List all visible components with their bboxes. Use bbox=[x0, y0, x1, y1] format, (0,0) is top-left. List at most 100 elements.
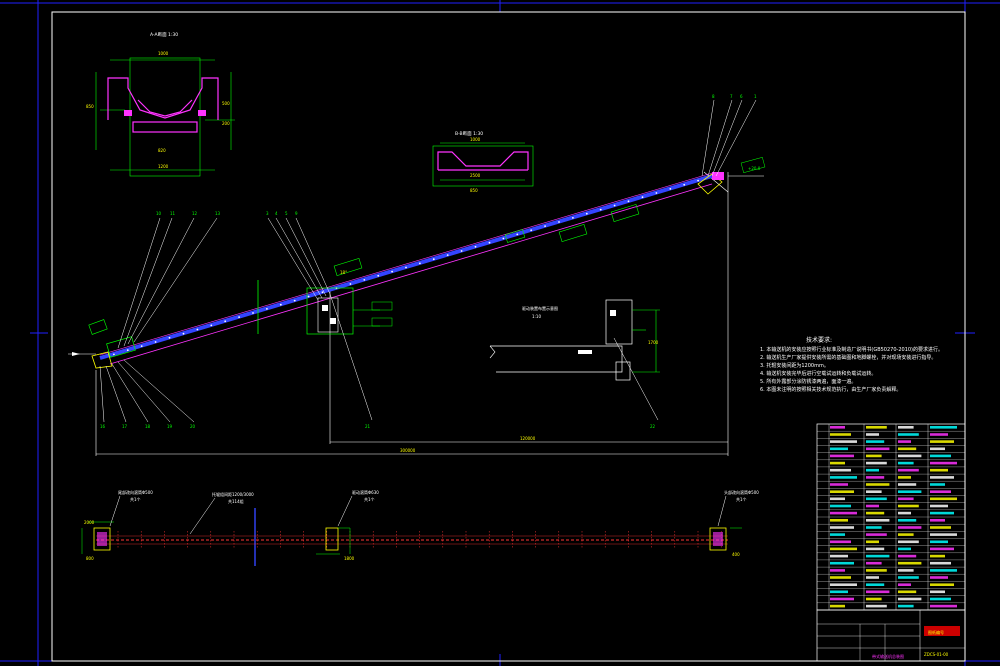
dim-overall: 300000 bbox=[400, 448, 416, 453]
idler-dot bbox=[599, 208, 602, 211]
bom-cell-text bbox=[898, 440, 911, 443]
bom-cell-text bbox=[866, 590, 890, 594]
idler-dot bbox=[572, 217, 574, 219]
bom-cell-text bbox=[866, 583, 885, 586]
bom-cell-text bbox=[866, 426, 887, 429]
idler-dot bbox=[530, 229, 533, 232]
bom-cell-text bbox=[866, 511, 885, 515]
callout-head: 头部改向滚筒Φ500 bbox=[724, 489, 759, 495]
bom-cell-text bbox=[866, 519, 890, 522]
idler-dot bbox=[544, 225, 546, 228]
bom-cell-text bbox=[866, 540, 879, 544]
idler-dot bbox=[669, 188, 672, 190]
bom-cell-text bbox=[830, 504, 851, 508]
bom-cell-text bbox=[898, 519, 917, 522]
bom-cell-text bbox=[898, 526, 922, 529]
bom-cell-text bbox=[898, 533, 914, 536]
bom-cell-text bbox=[830, 490, 854, 493]
plan-dim-1: 2000 bbox=[84, 520, 95, 525]
note-6: 6. 本图未注明的按照相关技术规范执行，由生产厂家负责解释。 bbox=[760, 386, 901, 393]
bom-cell-text bbox=[898, 540, 919, 544]
bom-cell-text bbox=[930, 569, 957, 572]
main-conveyor-elevation: +20.0 驱动装置布置示意图 1:10 1700 120000 300000 … bbox=[68, 157, 766, 566]
bom-cell-text bbox=[930, 597, 951, 601]
conveyor-return-belt bbox=[109, 183, 713, 365]
cad-drawing-canvas: A-A断面 1:30 1000 820 1200 850 500 200 B-B bbox=[0, 0, 1000, 666]
idler-dot bbox=[446, 254, 449, 256]
bom-cell-text bbox=[866, 604, 887, 608]
bom-cell-text bbox=[830, 547, 857, 551]
idler-dot bbox=[391, 270, 393, 273]
bom-cell-text bbox=[898, 569, 914, 572]
callout-tail-count: 共1个 bbox=[130, 496, 141, 502]
bom-cell-text bbox=[930, 483, 945, 486]
bom-cell-text bbox=[830, 511, 857, 515]
bom-cell-text bbox=[930, 526, 951, 529]
title-stamp: 图纸编号 bbox=[928, 629, 944, 635]
idler-dot bbox=[363, 279, 366, 281]
bom-cell-text bbox=[930, 519, 945, 522]
tail-bottom-17: 17 bbox=[122, 424, 128, 429]
bom-cell-text bbox=[866, 526, 882, 529]
bom-cell-text bbox=[930, 561, 951, 565]
idler-dot bbox=[641, 196, 644, 199]
bom-cell-text bbox=[930, 461, 957, 465]
bom-cell-text bbox=[866, 504, 879, 508]
bom-cell-text bbox=[898, 454, 922, 458]
tail-label-13: 13 bbox=[215, 211, 221, 216]
section-aa-title: A-A断面 1:30 bbox=[150, 31, 178, 38]
bom-cell-text bbox=[866, 561, 882, 565]
idler-dot bbox=[182, 332, 185, 335]
idler-dot bbox=[419, 262, 421, 265]
bb-dim-bottom: 850 bbox=[470, 188, 478, 193]
dim-incline: 18° bbox=[340, 270, 347, 275]
idler-dot bbox=[307, 295, 310, 298]
bom-cell-text bbox=[930, 468, 948, 472]
bom-cell-text bbox=[898, 433, 919, 436]
bom-cell-text bbox=[866, 447, 890, 451]
idler-dot bbox=[238, 316, 241, 318]
section-aa-view: A-A断面 1:30 1000 820 1200 850 500 200 bbox=[86, 31, 235, 177]
bom-cell-text bbox=[866, 597, 882, 601]
idler-dot bbox=[266, 308, 268, 310]
bom-cell-text bbox=[866, 533, 887, 536]
bom-cell-text bbox=[930, 547, 954, 551]
bom-cell-text bbox=[866, 569, 887, 572]
plan-dim-4: 400 bbox=[732, 552, 740, 557]
idler-dot bbox=[113, 353, 115, 356]
bom-cell-text bbox=[898, 554, 917, 558]
bom-cell-text bbox=[898, 490, 922, 493]
bom-cell-text bbox=[930, 504, 948, 508]
bom-cell-text bbox=[830, 533, 845, 536]
bom-cell-text bbox=[830, 583, 857, 586]
bom-cell-text bbox=[930, 554, 945, 558]
tail-label-12: 12 bbox=[192, 211, 198, 216]
idler-dot bbox=[474, 245, 477, 248]
plan-dim-2: 800 bbox=[86, 556, 94, 561]
drawing-number: ZDCS-01-00 bbox=[924, 652, 949, 657]
bom-cell-text bbox=[830, 597, 854, 601]
callout-idlers-count: 共114组 bbox=[228, 498, 244, 504]
tail-bottom-19: 19 bbox=[167, 424, 173, 429]
bom-cell-text bbox=[930, 454, 951, 458]
bom-cell-text bbox=[898, 590, 917, 594]
bom-cell-text bbox=[930, 590, 945, 594]
drive-view-title: 驱动装置布置示意图 bbox=[522, 305, 558, 311]
technical-notes: 技术要求: 1. 本输送机的安装应按照行业标准及制造厂说明书(GB50270-2… bbox=[760, 336, 943, 393]
bom-cell-text bbox=[930, 440, 954, 443]
center-label-22: 22 bbox=[650, 424, 656, 429]
head-label-1: 1 bbox=[754, 94, 757, 99]
note-4: 4. 输送机安装完毕后进行空载试运转和负载试运转。 bbox=[760, 370, 876, 377]
bom-cell-text bbox=[930, 604, 957, 608]
bom-cell-text bbox=[866, 440, 885, 443]
idler-dot bbox=[683, 183, 686, 186]
aa-dim-right2: 200 bbox=[222, 121, 230, 126]
bom-cell-text bbox=[898, 561, 922, 565]
bom-cell-text bbox=[898, 476, 911, 479]
bom-cell-text bbox=[830, 569, 845, 572]
outer-frame bbox=[0, 0, 1000, 666]
bom-cell-text bbox=[830, 561, 854, 565]
aa-dim-top: 1000 bbox=[158, 51, 169, 56]
callout-idlers: 托辊组间距1200/3000 bbox=[212, 491, 254, 497]
aa-dim-height: 850 bbox=[86, 104, 94, 109]
